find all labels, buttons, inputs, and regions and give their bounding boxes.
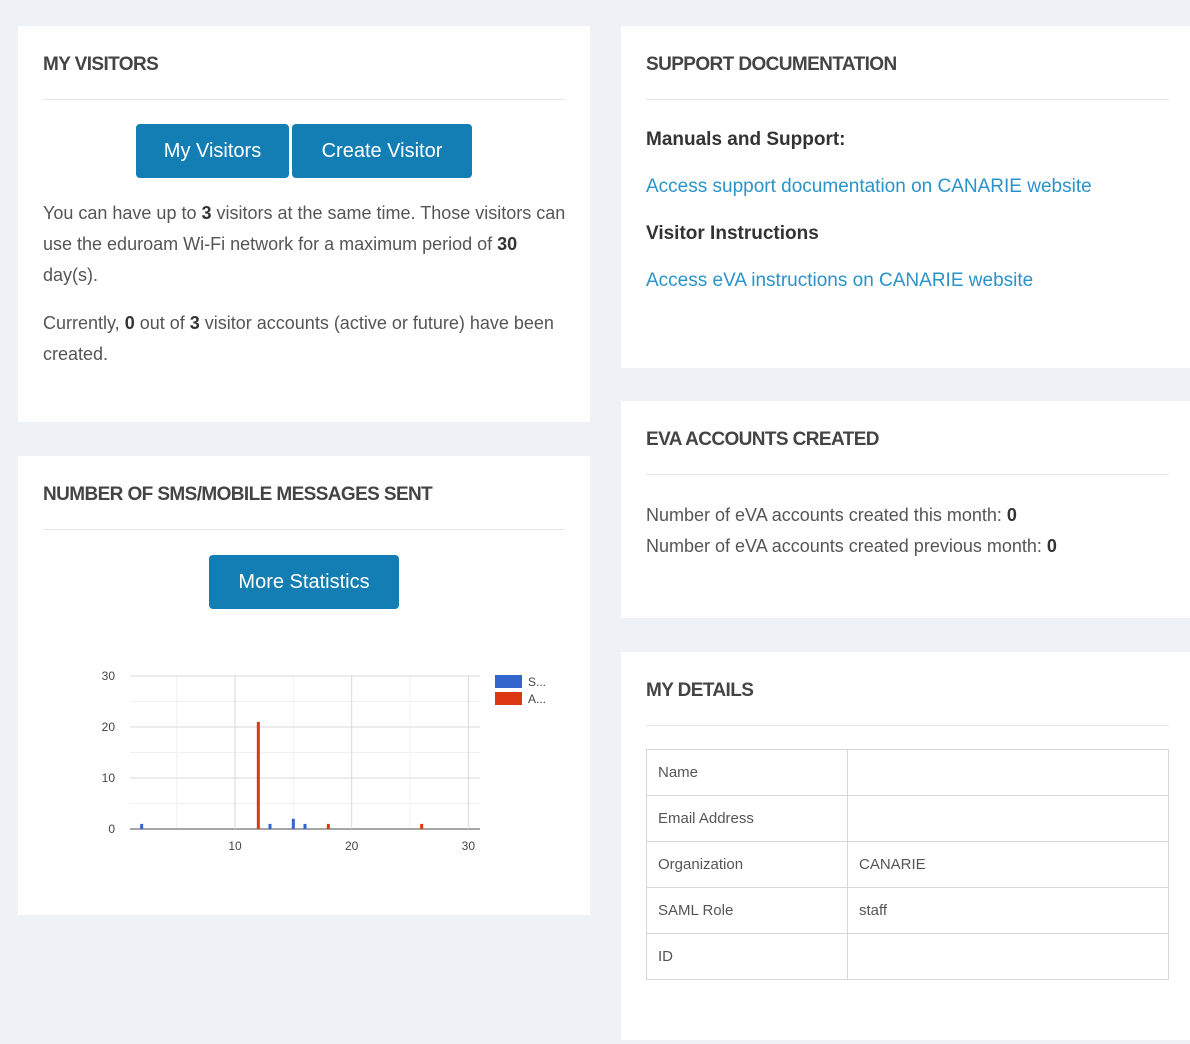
max-count-value: 3 — [189, 313, 200, 333]
detail-value: staff — [847, 887, 1169, 934]
bar — [420, 823, 424, 829]
x-tick-label: 10 — [228, 839, 242, 853]
create-visitor-button[interactable]: Create Visitor — [292, 124, 472, 178]
panel-title: MY DETAILS — [646, 680, 754, 701]
divider — [43, 529, 565, 530]
max-days-value: 30 — [497, 234, 518, 254]
visitor-limit-text: You can have up to 3 visitors at the sam… — [43, 203, 566, 285]
legend-swatch — [495, 675, 522, 688]
eva-counts-text: Number of eVA accounts created this mont… — [646, 505, 1057, 556]
table-row: ID — [646, 933, 1169, 980]
detail-label: Organization — [646, 841, 848, 888]
table-row: SAML Role staff — [646, 887, 1169, 934]
divider — [646, 474, 1169, 475]
legend-label: S... — [528, 675, 546, 689]
bar — [268, 823, 272, 829]
sms-chart: 0 10 20 30 10 20 30 S... A... — [102, 669, 546, 853]
max-visitors-value: 3 — [201, 203, 212, 223]
sms-stats-panel: NUMBER OF SMS/MOBILE MESSAGES SENT More … — [18, 456, 590, 915]
table-row: Name — [646, 749, 1169, 796]
detail-value — [847, 933, 1169, 980]
panel-title: EVA ACCOUNTS CREATED — [646, 429, 880, 450]
panel-title: MY VISITORS — [43, 54, 159, 75]
detail-label: ID — [646, 933, 848, 980]
detail-label: Name — [646, 749, 848, 796]
support-documentation-panel: SUPPORT DOCUMENTATION Manuals and Suppor… — [621, 26, 1190, 368]
divider — [646, 99, 1169, 100]
this-month-value: 0 — [1006, 505, 1017, 525]
bar — [140, 823, 144, 829]
my-visitors-button[interactable]: My Visitors — [136, 124, 289, 178]
eva-accounts-panel: EVA ACCOUNTS CREATED Number of eVA accou… — [621, 401, 1190, 618]
legend-swatch — [495, 692, 522, 705]
visitor-instructions-heading: Visitor Instructions — [646, 223, 819, 244]
table-row: Organization CANARIE — [646, 841, 1169, 888]
bar — [291, 818, 295, 829]
detail-label: SAML Role — [646, 887, 848, 934]
my-visitors-panel: MY VISITORS My Visitors Create Visitor Y… — [18, 26, 590, 422]
support-documentation-link[interactable]: Access support documentation on CANARIE … — [646, 176, 1092, 198]
detail-value: CANARIE — [847, 841, 1169, 888]
more-statistics-button[interactable]: More Statistics — [209, 555, 399, 609]
panel-title: SUPPORT DOCUMENTATION — [646, 54, 897, 75]
x-tick-label: 30 — [462, 839, 476, 853]
divider — [646, 725, 1169, 726]
details-table: Name Email Address Organization CANARIE … — [646, 749, 1169, 980]
prev-month-value: 0 — [1046, 536, 1057, 556]
x-tick-label: 20 — [345, 839, 359, 853]
bar — [256, 721, 260, 829]
table-row: Email Address — [646, 795, 1169, 842]
eva-instructions-link[interactable]: Access eVA instructions on CANARIE websi… — [646, 270, 1033, 292]
bar — [326, 823, 330, 829]
detail-value — [847, 749, 1169, 796]
my-details-panel: MY DETAILS Name Email Address Organizati… — [621, 652, 1190, 1040]
visitor-count-text: Currently, 0 out of 3 visitor accounts (… — [43, 313, 554, 364]
detail-value — [847, 795, 1169, 842]
bar — [303, 823, 307, 829]
y-tick-label: 0 — [108, 822, 115, 836]
panel-title: NUMBER OF SMS/MOBILE MESSAGES SENT — [43, 484, 433, 505]
y-tick-label: 10 — [102, 771, 116, 785]
y-tick-label: 20 — [102, 720, 116, 734]
divider — [43, 99, 565, 100]
legend-label: A... — [528, 692, 546, 706]
detail-label: Email Address — [646, 795, 848, 842]
manuals-heading: Manuals and Support: — [646, 129, 846, 150]
current-count-value: 0 — [124, 313, 135, 333]
y-tick-label: 30 — [102, 669, 116, 683]
